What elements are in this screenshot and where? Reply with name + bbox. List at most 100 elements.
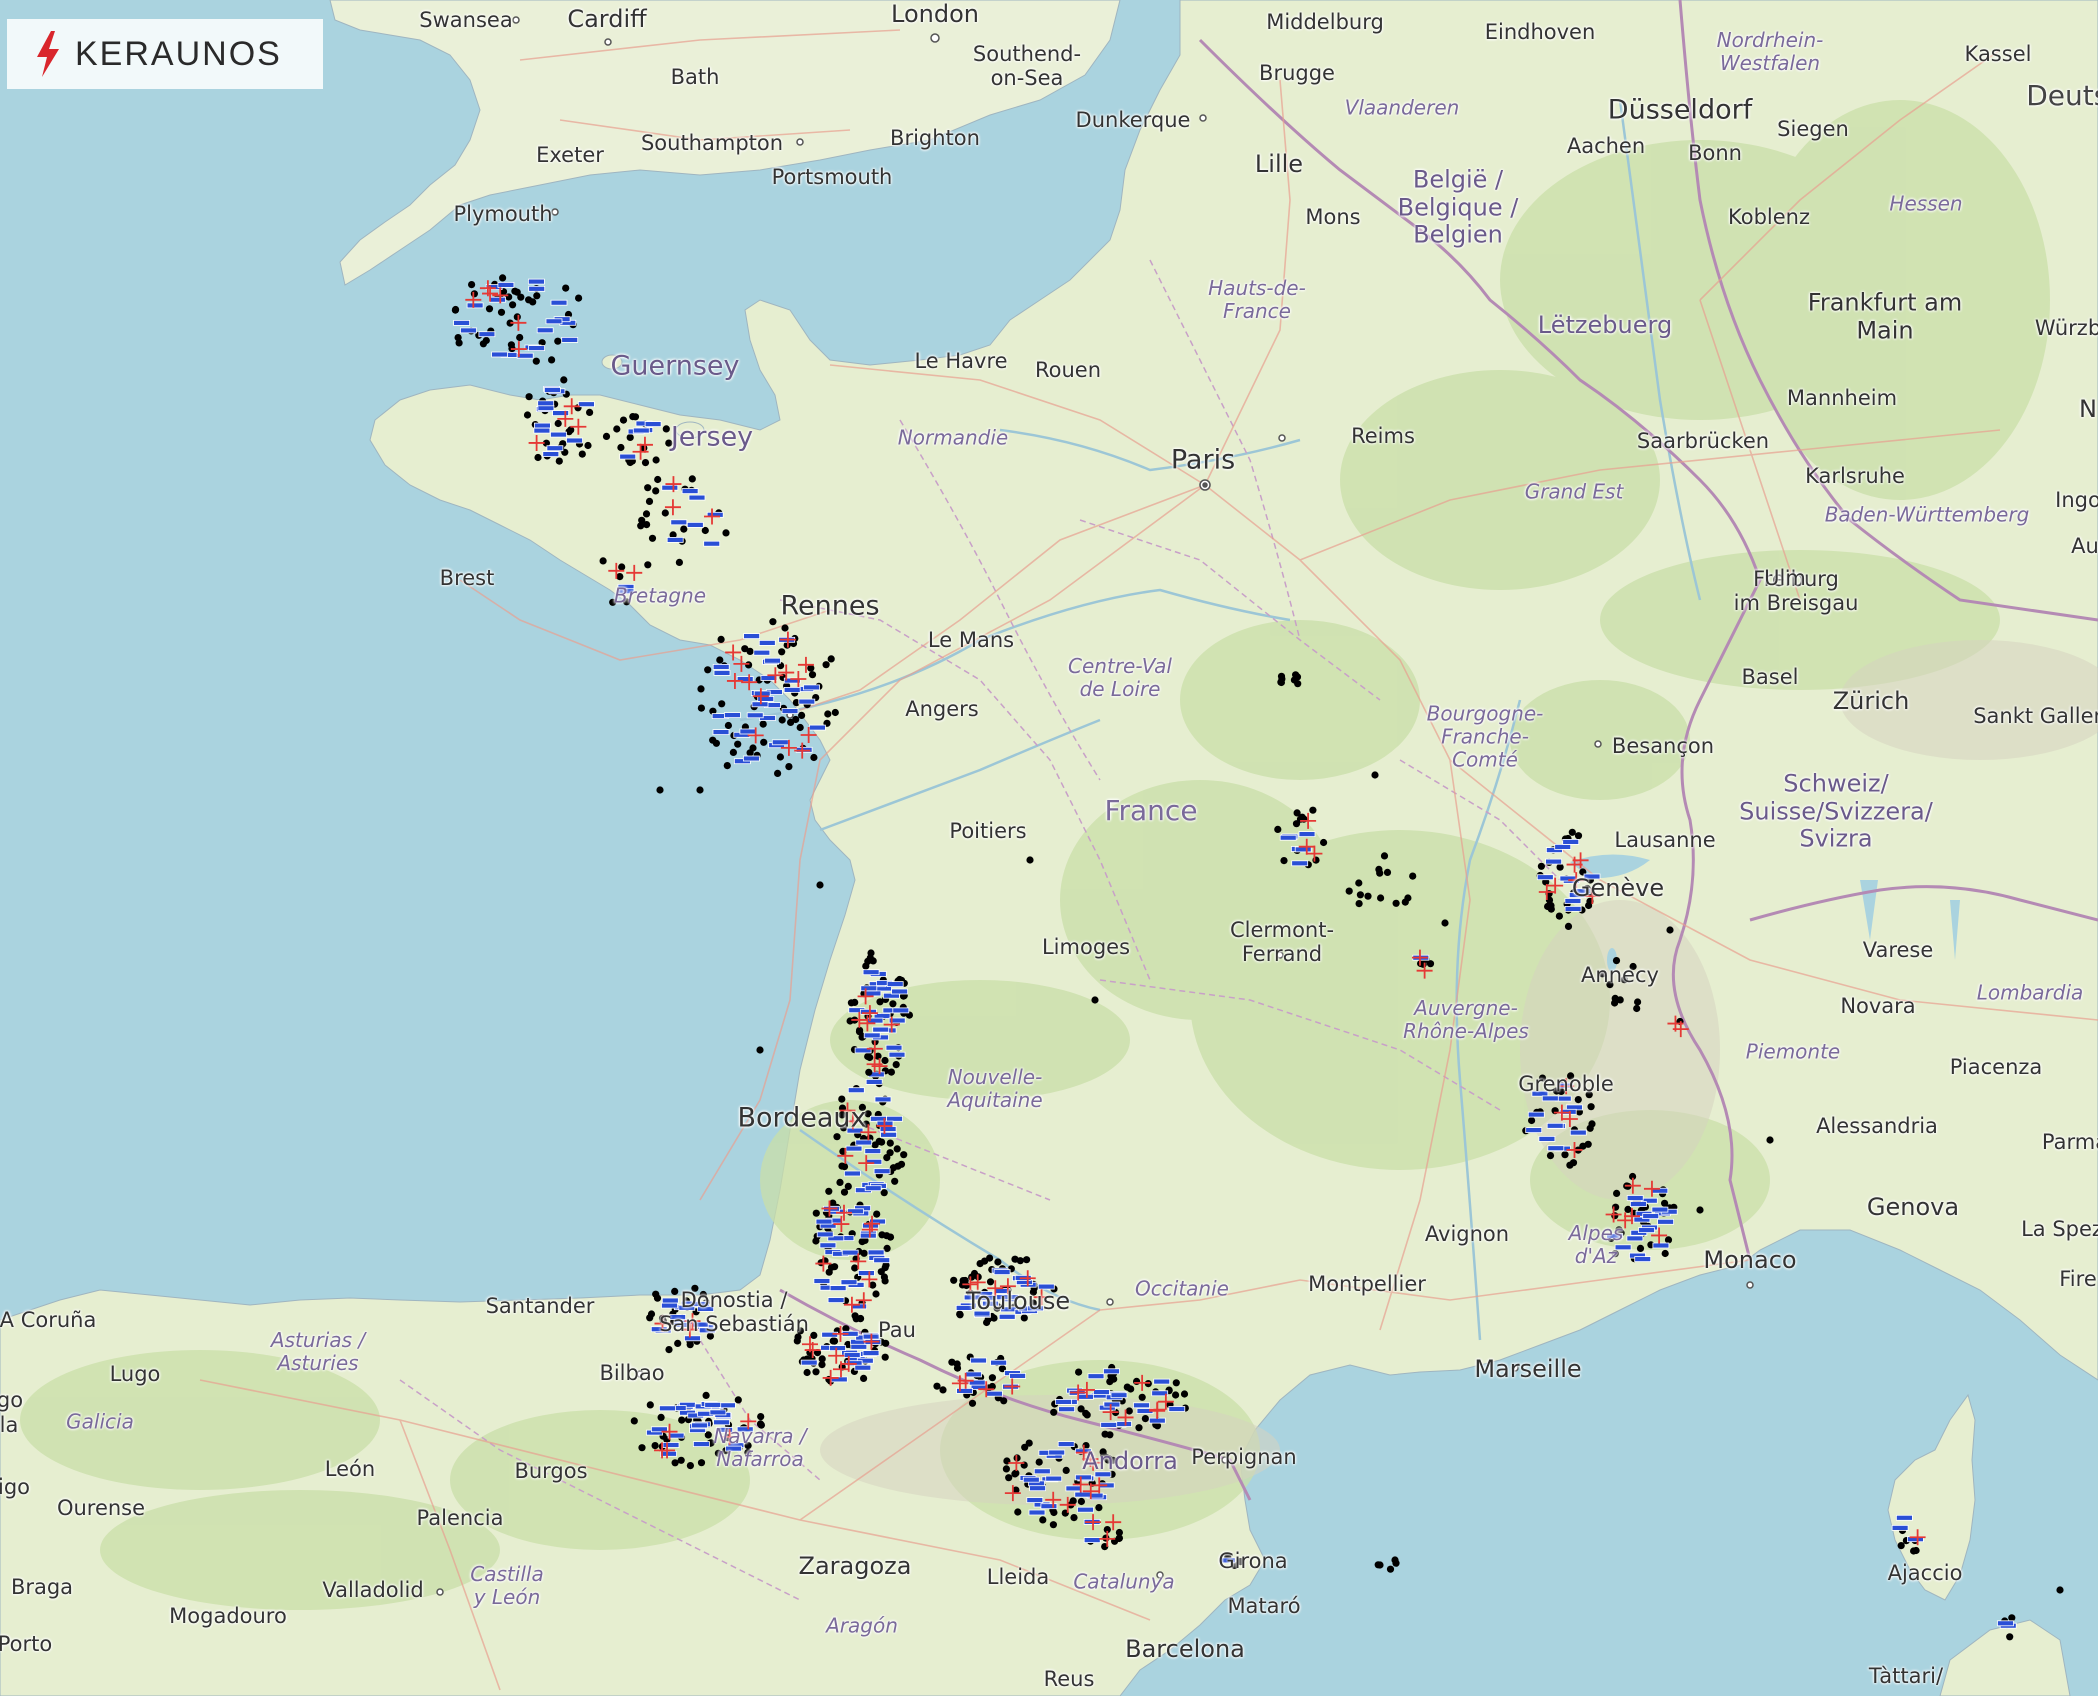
label-au: Au xyxy=(2071,533,2098,558)
negative-strike-icon xyxy=(1642,1213,1660,1219)
negative-strike-icon xyxy=(712,729,730,735)
label-geneve: Genève xyxy=(1571,874,1665,903)
label-deutsch: Deutsc xyxy=(2026,78,2098,112)
cloud-lightning-dot xyxy=(641,459,650,467)
cloud-lightning-dot xyxy=(833,1133,841,1141)
label-france: France xyxy=(1104,793,1198,827)
cloud-lightning-dot xyxy=(513,313,521,321)
negative-strike-icon xyxy=(843,1352,861,1358)
negative-strike-icon xyxy=(847,1087,865,1094)
label-grandest: Grand Est xyxy=(1524,479,1624,504)
cloud-lightning-dot xyxy=(613,425,621,433)
cloud-lightning-dot xyxy=(1392,899,1400,907)
negative-strike-icon xyxy=(880,1131,897,1138)
cloud-lightning-dot xyxy=(1083,1411,1091,1419)
negative-strike-icon xyxy=(1298,831,1316,837)
cloud-lightning-dot xyxy=(1568,828,1576,836)
label-poitiers: Poitiers xyxy=(949,818,1027,843)
negative-strike-icon xyxy=(829,1285,847,1291)
label-frankfurt: Frankfurt am Main xyxy=(1807,288,1963,344)
cloud-lightning-dot xyxy=(769,618,777,626)
cloud-lightning-dot xyxy=(562,284,570,292)
label-girona: Girona xyxy=(1218,1548,1288,1573)
negative-strike-icon xyxy=(965,1371,982,1378)
cloud-lightning-dot xyxy=(1380,852,1389,860)
keraunos-logo[interactable]: KERAUNOS xyxy=(7,19,323,89)
cloud-lightning-dot xyxy=(831,708,839,717)
negative-strike-icon xyxy=(800,1359,818,1366)
cloud-lightning-dot xyxy=(894,1162,902,1170)
cloud-lightning-dot xyxy=(637,522,645,530)
cloud-lightning-dot xyxy=(798,711,806,720)
label-aachen: Aachen xyxy=(1566,133,1646,158)
label-novara: Novara xyxy=(1840,993,1916,1018)
cloud-lightning-dot xyxy=(796,723,804,732)
cloud-lightning-dot xyxy=(831,1263,839,1271)
label-porto: Porto xyxy=(0,1631,53,1656)
negative-strike-icon xyxy=(1997,1620,2014,1627)
negative-strike-icon xyxy=(809,724,826,731)
cloud-lightning-dot xyxy=(824,710,832,718)
negative-strike-icon xyxy=(478,331,496,338)
cloud-lightning-dot xyxy=(697,685,705,693)
cloud-lightning-dot xyxy=(1587,1103,1595,1111)
negative-strike-icon xyxy=(662,1442,680,1448)
label-zurich: Zürich xyxy=(1832,687,1910,716)
cloud-lightning-dot xyxy=(1546,1152,1555,1160)
cloud-lightning-dot xyxy=(953,1360,961,1368)
cloud-lightning-dot xyxy=(810,1331,818,1339)
negative-strike-icon xyxy=(1153,1378,1171,1385)
negative-strike-icon xyxy=(1538,1136,1556,1142)
cloud-lightning-dot xyxy=(778,716,786,724)
negative-strike-icon xyxy=(1626,1235,1644,1242)
label-palencia: Palencia xyxy=(416,1505,504,1530)
negative-strike-icon xyxy=(1536,874,1554,881)
cloud-lightning-dot xyxy=(883,1244,891,1252)
negative-strike-icon xyxy=(719,1402,736,1409)
label-bordeaux: Bordeaux xyxy=(737,1102,867,1134)
cloud-lightning-dot xyxy=(891,1177,899,1185)
cloud-lightning-dot xyxy=(873,1210,881,1218)
label-alessandria: Alessandria xyxy=(1816,1113,1938,1138)
cloud-lightning-dot xyxy=(1355,879,1363,887)
cloud-lightning-dot xyxy=(517,293,525,301)
label-donostia: Donostia / San Sebastián xyxy=(659,1287,809,1336)
cloud-lightning-dot xyxy=(1375,865,1383,874)
cloud-lightning-dot xyxy=(618,563,626,571)
cloud-lightning-dot xyxy=(1014,1508,1022,1516)
label-normandie: Normandie xyxy=(897,425,1009,450)
cloud-lightning-dot xyxy=(626,433,634,441)
negative-strike-icon xyxy=(1057,1441,1075,1447)
negative-strike-icon xyxy=(1168,1406,1186,1412)
cloud-lightning-dot xyxy=(644,561,652,569)
cloud-lightning-dot xyxy=(827,655,835,663)
label-limoges: Limoges xyxy=(1041,934,1131,959)
label-cvl: Centre-Val de Loire xyxy=(1068,654,1172,701)
negative-strike-icon xyxy=(986,1390,1003,1397)
cloud-lightning-dot xyxy=(586,408,594,416)
label-catalunya: Catalunya xyxy=(1073,1569,1175,1594)
negative-strike-icon xyxy=(545,318,563,325)
cloud-lightning-dot xyxy=(657,1413,665,1421)
label-marseille: Marseille xyxy=(1474,1355,1582,1384)
negative-strike-icon xyxy=(1569,1129,1587,1136)
negative-strike-icon xyxy=(1634,1256,1652,1262)
cloud-lightning-dot xyxy=(656,786,664,794)
label-exeter: Exeter xyxy=(536,142,604,167)
cloud-lightning-dot xyxy=(756,1046,764,1054)
label-southend: Southend- on-Sea xyxy=(972,41,1082,90)
label-ara: Auvergne- Rhône-Alpes xyxy=(1403,996,1529,1043)
negative-strike-icon xyxy=(798,698,816,705)
cloud-lightning-dot xyxy=(485,305,494,313)
negative-strike-icon xyxy=(659,1405,676,1412)
label-varese: Varese xyxy=(1862,937,1934,962)
label-ajaccio: Ajaccio xyxy=(1887,1560,1963,1585)
label-reims: Reims xyxy=(1351,423,1415,448)
cloud-lightning-dot xyxy=(759,720,767,728)
cloud-lightning-dot xyxy=(886,1149,894,1157)
cloud-lightning-dot xyxy=(968,1399,977,1407)
cloud-lightning-dot xyxy=(1039,1516,1047,1524)
negative-strike-icon xyxy=(873,1168,891,1175)
cloud-lightning-dot xyxy=(678,1416,686,1424)
negative-strike-icon xyxy=(688,494,706,501)
